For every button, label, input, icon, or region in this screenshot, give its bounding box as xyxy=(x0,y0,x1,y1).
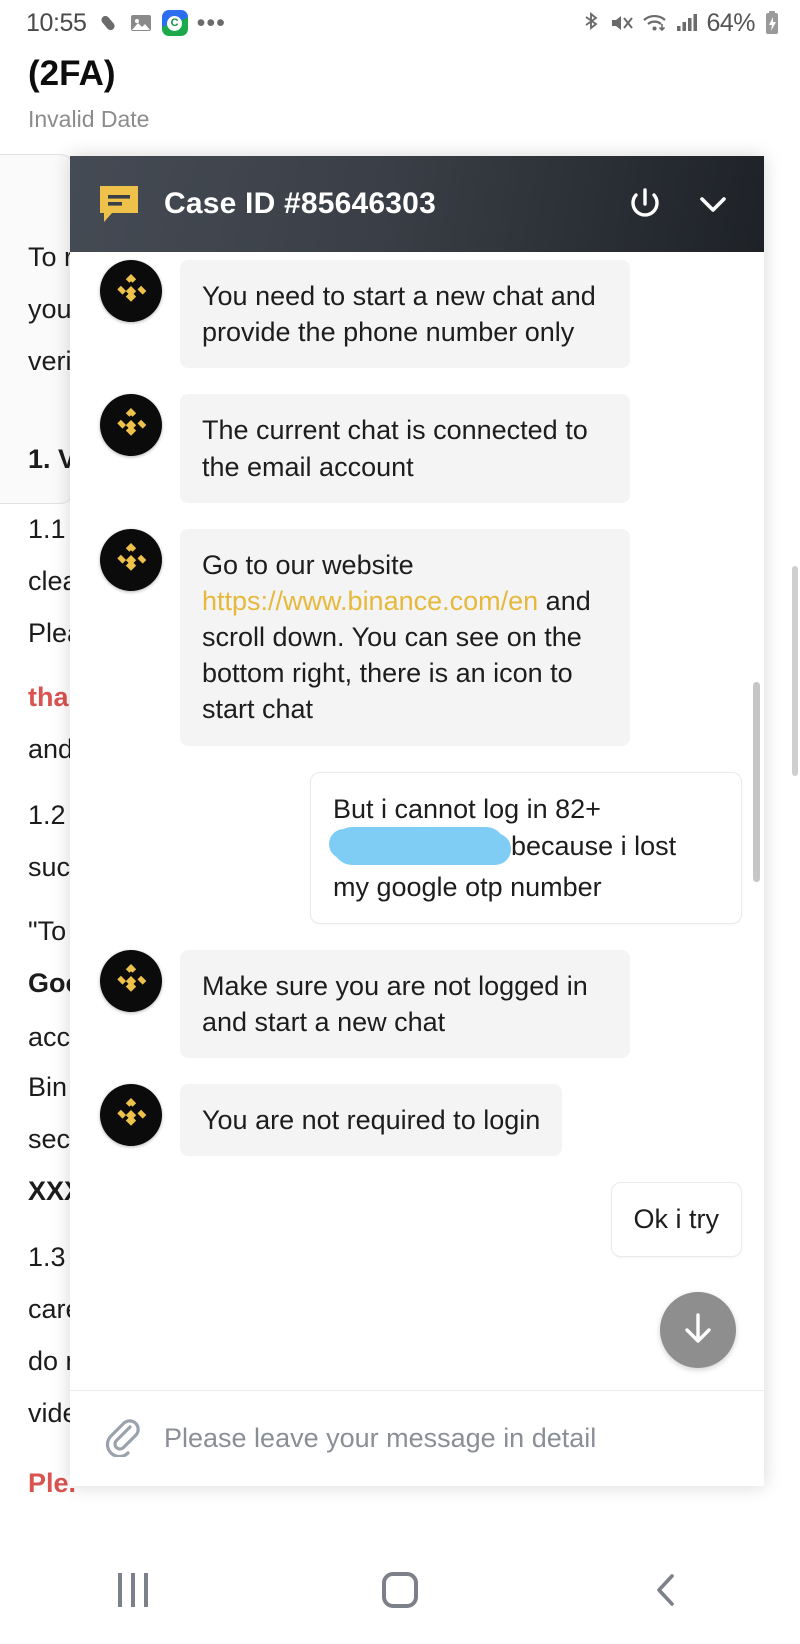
signal-icon xyxy=(675,11,699,35)
pill-icon xyxy=(96,11,120,35)
more-dots-icon: ••• xyxy=(196,9,226,37)
binance-logo-icon xyxy=(100,394,162,457)
chat-bubble-text: But i cannot log in 82+ because i lost my… xyxy=(310,771,742,924)
status-bar-right: 64% xyxy=(580,9,782,38)
android-nav-bar xyxy=(0,1536,800,1644)
arrow-down-icon xyxy=(675,1305,721,1356)
recents-icon[interactable] xyxy=(73,1550,193,1630)
wifi-icon xyxy=(642,11,668,35)
chat-bubble-icon xyxy=(96,181,142,227)
article-text-line: sec xyxy=(28,1124,71,1154)
binance-logo-icon xyxy=(100,260,162,322)
chat-message-agent: You need to start a new chat and provide… xyxy=(70,260,764,369)
article-text-line: veri xyxy=(28,346,72,376)
chat-header: Case ID #85646303 xyxy=(70,156,764,252)
article-text-line: suc xyxy=(28,852,71,882)
paperclip-icon[interactable] xyxy=(100,1415,142,1462)
article-text-line: you xyxy=(28,294,72,324)
page-scrollbar[interactable] xyxy=(792,566,798,776)
chat-bubble-text: You need to start a new chat and provide… xyxy=(180,260,630,369)
chat-message-list[interactable]: You need to start a new chat and provide… xyxy=(70,252,764,1390)
image-icon xyxy=(129,11,153,35)
article-text-line: 1.3 xyxy=(28,1242,66,1272)
battery-percent: 64% xyxy=(706,8,755,37)
home-icon[interactable] xyxy=(340,1550,460,1630)
chevron-down-icon[interactable] xyxy=(690,181,736,227)
status-bar-left: 10:55 C ••• xyxy=(26,9,226,38)
chat-bubble-text: You are not required to login xyxy=(180,1084,563,1157)
chat-bubble-with-link: Go to our website https://www.binance.co… xyxy=(180,528,630,746)
status-time: 10:55 xyxy=(26,8,87,37)
chat-input-bar: Please leave your message in detail xyxy=(70,1390,764,1486)
app-icon: C xyxy=(161,10,188,36)
article-text-line: 1.1 xyxy=(28,514,66,544)
chat-bubble-text: The current chat is connected to the ema… xyxy=(180,394,630,503)
article-text-line: acc xyxy=(28,1022,71,1052)
message-input[interactable]: Please leave your message in detail xyxy=(164,1423,596,1454)
user-text-line-1: But i cannot log in 82+ xyxy=(333,793,601,824)
bluetooth-icon xyxy=(580,11,602,35)
binance-logo-icon xyxy=(100,528,162,591)
chat-message-agent: Go to our website https://www.binance.co… xyxy=(70,528,764,746)
power-icon[interactable] xyxy=(622,181,668,227)
redacted-highlight xyxy=(329,826,511,865)
article-text-line: tha xyxy=(28,682,69,712)
page-date: Invalid Date xyxy=(28,106,150,132)
chat-message-user: But i cannot log in 82+ because i lost my… xyxy=(70,771,764,924)
article-text-line: Ple. xyxy=(28,1468,77,1498)
page-title: (2FA) xyxy=(28,54,116,93)
chat-bubble-text: Ok i try xyxy=(610,1182,742,1257)
article-text-line: Bin xyxy=(28,1072,68,1102)
binance-logo-icon xyxy=(100,949,162,1012)
battery-charging-icon xyxy=(762,10,782,36)
chat-scrollbar[interactable] xyxy=(753,682,760,882)
article-text-line: and xyxy=(28,734,74,764)
support-chat-widget: Case ID #85646303 You need to start a ne… xyxy=(70,156,764,1486)
article-text-line: 1. V xyxy=(28,444,77,474)
mute-icon xyxy=(609,11,635,35)
chat-message-agent: You are not required to login xyxy=(70,1084,764,1157)
binance-website-link[interactable]: https://www.binance.com/en xyxy=(202,586,538,616)
scroll-to-bottom-button[interactable] xyxy=(660,1292,736,1368)
article-text-line: To r xyxy=(28,242,74,272)
chat-message-user: Ok i try xyxy=(70,1182,764,1257)
chat-case-id: Case ID #85646303 xyxy=(164,187,436,220)
chat-bubble-text: Make sure you are not logged in and star… xyxy=(180,949,630,1059)
binance-logo-icon xyxy=(100,1084,162,1147)
chat-message-agent: Make sure you are not logged in and star… xyxy=(70,949,764,1059)
chat-message-agent: The current chat is connected to the ema… xyxy=(70,394,764,503)
article-text-line: 1.2 xyxy=(28,800,66,830)
status-bar: 10:55 C ••• 64% xyxy=(0,0,800,46)
bubble-text-before-link: Go to our website xyxy=(202,549,414,580)
back-icon[interactable] xyxy=(607,1550,727,1630)
article-text-line: "To xyxy=(28,916,67,946)
